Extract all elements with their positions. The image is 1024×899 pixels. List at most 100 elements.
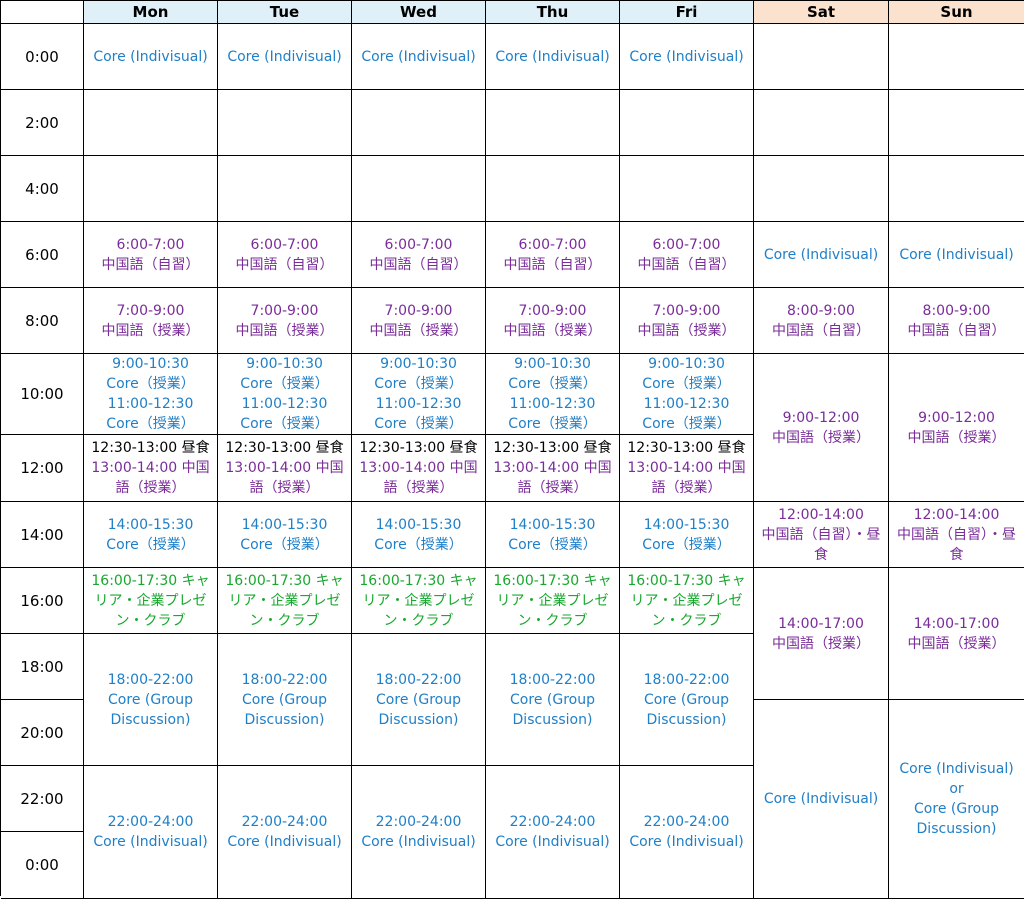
slot-sun-0000-empty[interactable]: [889, 24, 1024, 90]
slot-fri-1400[interactable]: 14:00-15:30 Core（授業）: [620, 502, 754, 568]
slot-fri-1000[interactable]: 9:00-10:30 Core（授業） 11:00-12:30 Core（授業）: [620, 354, 754, 435]
core-group-discussion-block-line: Discussion): [378, 711, 459, 728]
chinese-self-study-block-line: 中国語（自習）: [369, 256, 468, 273]
slot-sun-0400-empty[interactable]: [889, 156, 1024, 222]
slot-sat-1600[interactable]: 14:00-17:00 中国語（授業）: [754, 568, 889, 700]
slot-sat-0400-empty[interactable]: [754, 156, 889, 222]
chinese-self-study-lunch-block: 12:00-14:00 中国語（自習）・昼食: [756, 505, 886, 565]
slot-sun-0600[interactable]: Core (Indivisual): [889, 222, 1024, 288]
core-individual-block-line: 22:00-24:00: [241, 814, 328, 830]
slot-tue-1200[interactable]: 12:30-13:00 昼食 13:00-14:00 中国語（授業）: [218, 435, 352, 502]
slot-fri-1600[interactable]: 16:00-17:30 キャリア・企業プレゼン・クラブ: [620, 568, 754, 634]
slot-sat-2000[interactable]: Core (Indivisual): [754, 700, 889, 899]
core-group-discussion-block-line: Discussion): [110, 711, 191, 728]
slot-tue-2200[interactable]: 22:00-24:00 Core (Indivisual): [218, 766, 352, 899]
chinese-self-study-block-line: 6:00-7:00: [250, 236, 319, 253]
slot-tue-0600[interactable]: 6:00-7:00 中国語（自習）: [218, 222, 352, 288]
slot-mon-2200[interactable]: 22:00-24:00 Core (Indivisual): [84, 766, 218, 899]
time-label-text: 22:00: [20, 789, 64, 808]
slot-tue-0000[interactable]: Core (Indivisual): [218, 24, 352, 90]
slot-mon-1800[interactable]: 18:00-22:00 Core (Group Discussion): [84, 634, 218, 766]
slot-sat-1400[interactable]: 12:00-14:00 中国語（自習）・昼食: [754, 502, 889, 568]
slot-tue-0800[interactable]: 7:00-9:00 中国語（授業）: [218, 288, 352, 354]
slot-fri-0200-empty[interactable]: [620, 90, 754, 156]
slot-thu-0600[interactable]: 6:00-7:00 中国語（自習）: [486, 222, 620, 288]
slot-tue-1000[interactable]: 9:00-10:30 Core（授業） 11:00-12:30 Core（授業）: [218, 354, 352, 435]
slot-sun-0800[interactable]: 8:00-9:00 中国語（自習）: [889, 288, 1024, 354]
chinese-self-study-block: 6:00-7:00 中国語（自習）: [370, 235, 468, 275]
slot-thu-1000[interactable]: 9:00-10:30 Core（授業） 11:00-12:30 Core（授業）: [486, 354, 620, 435]
slot-thu-0800[interactable]: 7:00-9:00 中国語（授業）: [486, 288, 620, 354]
slot-mon-0600[interactable]: 6:00-7:00 中国語（自習）: [84, 222, 218, 288]
slot-sat-0000-empty[interactable]: [754, 24, 889, 90]
lunch-and-chinese-block: 12:30-13:00 昼食 13:00-14:00 中国語（授業）: [488, 438, 617, 498]
slot-tue-1800[interactable]: 18:00-22:00 Core (Group Discussion): [218, 634, 352, 766]
slot-tue-0200-empty[interactable]: [218, 90, 352, 156]
slot-thu-1600[interactable]: 16:00-17:30 キャリア・企業プレゼン・クラブ: [486, 568, 620, 634]
slot-thu-1200[interactable]: 12:30-13:00 昼食 13:00-14:00 中国語（授業）: [486, 435, 620, 502]
slot-wed-0600[interactable]: 6:00-7:00 中国語（自習）: [352, 222, 486, 288]
slot-fri-2200[interactable]: 22:00-24:00 Core (Indivisual): [620, 766, 754, 899]
lunch-and-chinese-block: 12:30-13:00 昼食 13:00-14:00 中国語（授業）: [354, 438, 483, 498]
slot-fri-0400-empty[interactable]: [620, 156, 754, 222]
slot-sun-1000[interactable]: 9:00-12:00 中国語（授業）: [889, 354, 1024, 502]
slot-sat-0800[interactable]: 8:00-9:00 中国語（自習）: [754, 288, 889, 354]
slot-wed-0800[interactable]: 7:00-9:00 中国語（授業）: [352, 288, 486, 354]
slot-thu-0200-empty[interactable]: [486, 90, 620, 156]
slot-sun-1400[interactable]: 12:00-14:00 中国語（自習）・昼食: [889, 502, 1024, 568]
slot-tue-1400[interactable]: 14:00-15:30 Core（授業）: [218, 502, 352, 568]
slot-mon-0400-empty[interactable]: [84, 156, 218, 222]
slot-wed-1400[interactable]: 14:00-15:30 Core（授業）: [352, 502, 486, 568]
core-group-discussion-block-line: Discussion): [512, 711, 593, 728]
slot-fri-0000[interactable]: Core (Indivisual): [620, 24, 754, 90]
slot-mon-1000[interactable]: 9:00-10:30 Core（授業） 11:00-12:30 Core（授業）: [84, 354, 218, 435]
slot-thu-1800[interactable]: 18:00-22:00 Core (Group Discussion): [486, 634, 620, 766]
slot-sat-0200-empty[interactable]: [754, 90, 889, 156]
slot-fri-1200[interactable]: 12:30-13:00 昼食 13:00-14:00 中国語（授業）: [620, 435, 754, 502]
slot-sat-1000[interactable]: 9:00-12:00 中国語（授業）: [754, 354, 889, 502]
slot-mon-1400[interactable]: 14:00-15:30 Core（授業）: [84, 502, 218, 568]
slot-fri-0600[interactable]: 6:00-7:00 中国語（自習）: [620, 222, 754, 288]
slot-wed-2200[interactable]: 22:00-24:00 Core (Indivisual): [352, 766, 486, 899]
day-header-label: Fri: [675, 3, 698, 21]
slot-mon-0000[interactable]: Core (Indivisual): [84, 24, 218, 90]
day-header-sat: Sat: [754, 1, 889, 24]
day-header-label: Tue: [269, 3, 300, 21]
slot-wed-1200[interactable]: 12:30-13:00 昼食 13:00-14:00 中国語（授業）: [352, 435, 486, 502]
slot-fri-1800[interactable]: 18:00-22:00 Core (Group Discussion): [620, 634, 754, 766]
core-individual-block: 22:00-24:00 Core (Indivisual): [227, 812, 341, 852]
slot-wed-0200-empty[interactable]: [352, 90, 486, 156]
slot-mon-1600[interactable]: 16:00-17:30 キャリア・企業プレゼン・クラブ: [84, 568, 218, 634]
slot-wed-0000[interactable]: Core (Indivisual): [352, 24, 486, 90]
slot-wed-1600[interactable]: 16:00-17:30 キャリア・企業プレゼン・クラブ: [352, 568, 486, 634]
slot-thu-0400-empty[interactable]: [486, 156, 620, 222]
slot-thu-1400[interactable]: 14:00-15:30 Core（授業）: [486, 502, 620, 568]
core-individual-block-text: Core (Indivisual): [495, 48, 610, 65]
slot-sun-2000[interactable]: Core (Indivisual) or Core (Group Discussion…: [889, 700, 1024, 899]
slot-wed-0400-empty[interactable]: [352, 156, 486, 222]
slot-thu-0000[interactable]: Core (Indivisual): [486, 24, 620, 90]
slot-mon-0800[interactable]: 7:00-9:00 中国語（授業）: [84, 288, 218, 354]
slot-wed-1000[interactable]: 9:00-10:30 Core（授業） 11:00-12:30 Core（授業）: [352, 354, 486, 435]
core-class-block-line: 11:00-12:30: [375, 396, 462, 412]
chinese-class-block-line: 中国語（授業）: [772, 635, 870, 652]
slot-mon-1200[interactable]: 12:30-13:00 昼食 13:00-14:00 中国語（授業）: [84, 435, 218, 502]
day-header-tue: Tue: [218, 1, 352, 24]
core-individual-block: 22:00-24:00 Core (Indivisual): [629, 812, 743, 852]
slot-fri-0800[interactable]: 7:00-9:00 中国語（授業）: [620, 288, 754, 354]
slot-tue-0400-empty[interactable]: [218, 156, 352, 222]
slot-sun-1600[interactable]: 14:00-17:00 中国語（授業）: [889, 568, 1024, 700]
slot-sat-0600[interactable]: Core (Indivisual): [754, 222, 889, 288]
slot-sun-0200-empty[interactable]: [889, 90, 1024, 156]
slot-tue-1600[interactable]: 16:00-17:30 キャリア・企業プレゼン・クラブ: [218, 568, 352, 634]
chinese-self-study-block-line: 中国語（自習）: [772, 322, 870, 339]
core-class-block: 9:00-10:30 Core（授業） 11:00-12:30 Core（授業）: [508, 354, 596, 434]
chinese-self-study-lunch-block-line: 中国語（自習）・昼食: [897, 526, 1016, 563]
slot-mon-0200-empty[interactable]: [84, 90, 218, 156]
slot-wed-1800[interactable]: 18:00-22:00 Core (Group Discussion): [352, 634, 486, 766]
chinese-class-block: 9:00-12:00 中国語（授業）: [772, 408, 870, 448]
slot-thu-2200[interactable]: 22:00-24:00 Core (Indivisual): [486, 766, 620, 899]
time-label-text: 20:00: [20, 723, 64, 742]
time-label: 20:00: [1, 700, 84, 766]
core-group-discussion-block: 18:00-22:00 Core (Group Discussion): [242, 670, 328, 730]
